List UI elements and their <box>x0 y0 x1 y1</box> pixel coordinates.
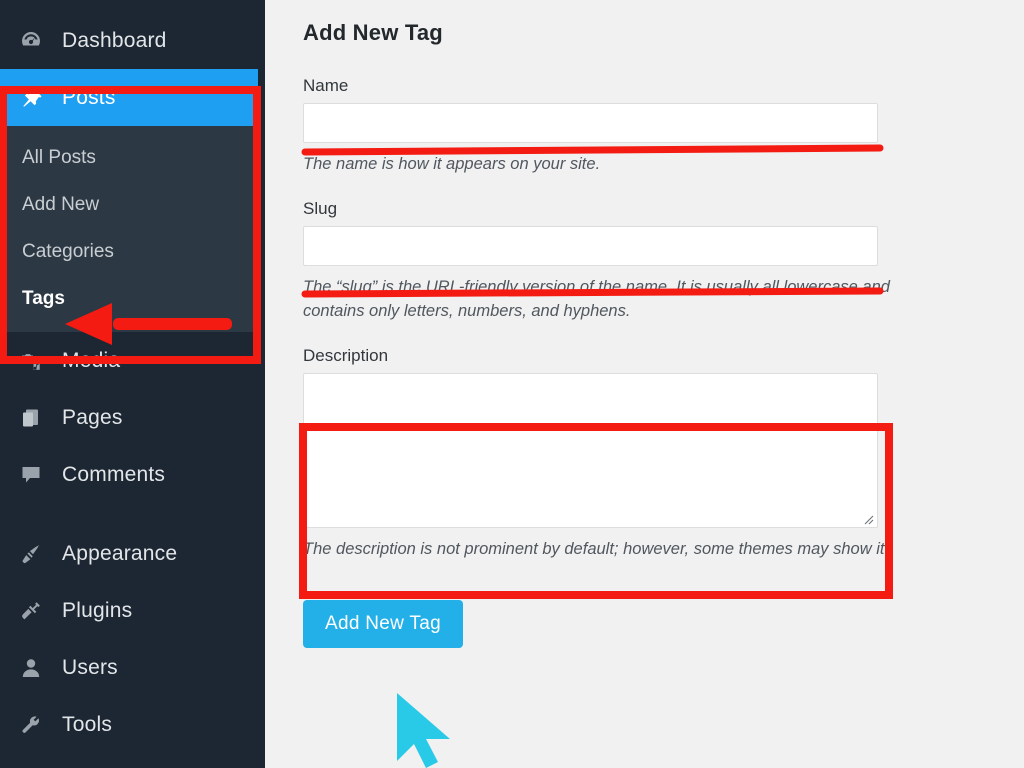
sidebar-subitem-categories[interactable]: Categories <box>0 228 258 275</box>
sidebar-item-dashboard[interactable]: Dashboard <box>0 12 265 69</box>
sidebar-item-label: Users <box>62 655 118 679</box>
name-help-text: The name is how it appears on your site. <box>303 155 601 173</box>
pages-stack-icon <box>14 406 48 430</box>
submenu-item-label: Tags <box>22 287 65 309</box>
page-title: Add New Tag <box>303 20 443 45</box>
sidebar-item-label: Pages <box>62 405 123 429</box>
admin-sidebar: Dashboard Posts All Posts Add New Catego… <box>0 0 265 768</box>
sidebar-subitem-add-new[interactable]: Add New <box>0 181 258 228</box>
sidebar-item-label: Media <box>62 348 121 372</box>
slug-input[interactable] <box>303 225 878 266</box>
description-textarea[interactable] <box>303 372 878 528</box>
name-label: Name <box>303 76 349 95</box>
field-description: Description The description is not promi… <box>303 346 1024 562</box>
sidebar-item-appearance[interactable]: Appearance <box>0 525 265 582</box>
user-icon <box>14 656 48 680</box>
comment-bubble-icon <box>14 463 48 487</box>
sidebar-item-label: Plugins <box>62 598 133 622</box>
posts-submenu: All Posts Add New Categories Tags <box>0 126 258 332</box>
sidebar-item-tools[interactable]: Tools <box>0 696 265 753</box>
sidebar-item-label: Comments <box>62 462 166 486</box>
sidebar-item-media[interactable]: Media <box>0 332 265 389</box>
submenu-item-label: All Posts <box>22 146 96 168</box>
slug-help-text: The “slug” is the URL-friendly version o… <box>303 277 890 320</box>
description-help-text: The description is not prominent by defa… <box>303 539 890 558</box>
name-input[interactable] <box>303 103 878 143</box>
field-name: Name The name is how it appears on your … <box>303 76 1024 177</box>
field-slug: Slug The “slug” is the URL-friendly vers… <box>303 199 1024 324</box>
slug-label: Slug <box>303 198 338 218</box>
dashboard-gauge-icon <box>14 29 48 53</box>
sidebar-subitem-all-posts[interactable]: All Posts <box>0 134 258 181</box>
plug-icon <box>14 599 48 623</box>
sidebar-item-plugins[interactable]: Plugins <box>0 582 265 639</box>
description-wrapper <box>303 372 878 528</box>
sidebar-item-label: Appearance <box>62 541 178 565</box>
sidebar-item-label: Posts <box>62 85 116 109</box>
media-camera-icon <box>14 349 48 373</box>
wrench-icon <box>14 713 48 737</box>
sidebar-item-label: Dashboard <box>62 28 167 52</box>
main-content: Add New Tag Name The name is how it appe… <box>265 0 1024 768</box>
sidebar-item-comments[interactable]: Comments <box>0 446 265 503</box>
submenu-item-label: Categories <box>22 240 114 262</box>
sidebar-item-label: Tools <box>62 712 113 736</box>
sidebar-item-users[interactable]: Users <box>0 639 265 696</box>
paintbrush-icon <box>14 542 48 566</box>
sidebar-item-posts[interactable]: Posts <box>0 69 258 126</box>
sidebar-item-pages[interactable]: Pages <box>0 389 265 446</box>
wordpress-admin-screen: Dashboard Posts All Posts Add New Catego… <box>0 0 1024 768</box>
description-label: Description <box>303 345 389 365</box>
pin-icon <box>14 86 48 110</box>
submenu-item-label: Add New <box>22 193 100 215</box>
sidebar-subitem-tags[interactable]: Tags <box>0 275 258 322</box>
sidebar-separator <box>0 503 265 525</box>
add-new-tag-button[interactable]: Add New Tag <box>303 599 463 648</box>
